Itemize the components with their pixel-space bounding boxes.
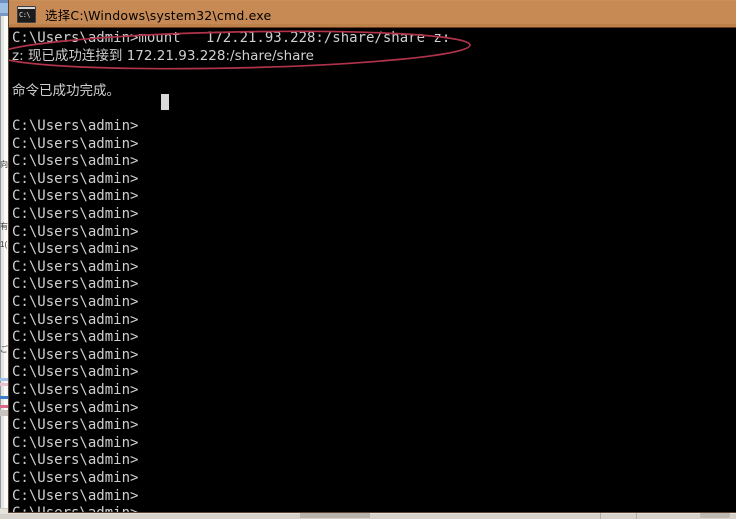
- background-color-band: [0, 383, 8, 386]
- console-line: C:\Users\admin>: [12, 470, 139, 486]
- console-line: C:\Users\admin>: [12, 223, 139, 240]
- screen-root: 向 有 1( ご 选择C:\Windows\system32\cmd.exe C…: [0, 0, 736, 519]
- console-cursor: [161, 94, 169, 110]
- console-line: 命令已成功完成。: [12, 82, 120, 99]
- console-line: z: 现已成功连接到 172.21.93.228:/share/share: [12, 47, 314, 64]
- background-color-band: [0, 378, 8, 381]
- background-text-fragment: 向: [0, 160, 8, 169]
- background-text-fragment: ご: [0, 345, 8, 354]
- console-line: C:\Users\admin>: [12, 329, 139, 346]
- background-text-fragment: 1(: [0, 240, 8, 249]
- cmd-console-icon: [17, 5, 36, 23]
- console-line: C:\Users\admin>: [12, 241, 139, 258]
- background-color-band: [0, 410, 8, 416]
- console-line: C:\Users\admin>: [12, 206, 139, 222]
- console-line: C:\Users\admin>: [12, 346, 139, 363]
- console-line: C:\Users\admin>: [12, 170, 139, 187]
- console-line: C:\Users\admin>: [12, 294, 139, 310]
- window-titlebar[interactable]: 选择C:\Windows\system32\cmd.exe: [9, 0, 736, 28]
- cmd-console-window[interactable]: 选择C:\Windows\system32\cmd.exe C:\Users\a…: [9, 0, 736, 512]
- background-text-fragment: 有: [0, 222, 8, 231]
- console-output-area[interactable]: C:\Users\admin>mount 172.21.93.228:/shar…: [9, 28, 736, 512]
- console-line: C:\Users\admin>mount 172.21.93.228:/shar…: [12, 30, 451, 46]
- console-line: C:\Users\admin>: [12, 188, 139, 205]
- console-line: C:\Users\admin>: [12, 364, 139, 381]
- console-line: C:\Users\admin>: [12, 276, 139, 293]
- background-bottom-button[interactable]: [700, 511, 730, 518]
- console-line: C:\Users\admin>: [12, 417, 139, 434]
- console-line: C:\Users\admin>: [12, 452, 139, 469]
- console-line: C:\Users\admin>: [12, 399, 139, 416]
- console-line: C:\Users\admin>: [12, 382, 139, 398]
- console-line: C:\Users\admin>: [12, 311, 139, 328]
- background-window-icon: [0, 0, 9, 16]
- console-line: C:\Users\admin>: [12, 135, 139, 152]
- background-window-left-sliver[interactable]: [0, 0, 9, 519]
- console-line: C:\Users\admin>: [12, 153, 139, 170]
- console-line: C:\Users\admin>: [12, 434, 139, 451]
- console-line: C:\Users\admin>: [12, 487, 139, 504]
- background-color-band: [0, 405, 8, 408]
- console-line: C:\Users\admin>: [12, 118, 139, 134]
- console-line: C:\Users\admin>: [12, 258, 139, 275]
- console-line: C:\Users\admin>: [12, 505, 138, 512]
- background-color-band: [0, 396, 8, 399]
- window-title: 选择C:\Windows\system32\cmd.exe: [45, 7, 272, 23]
